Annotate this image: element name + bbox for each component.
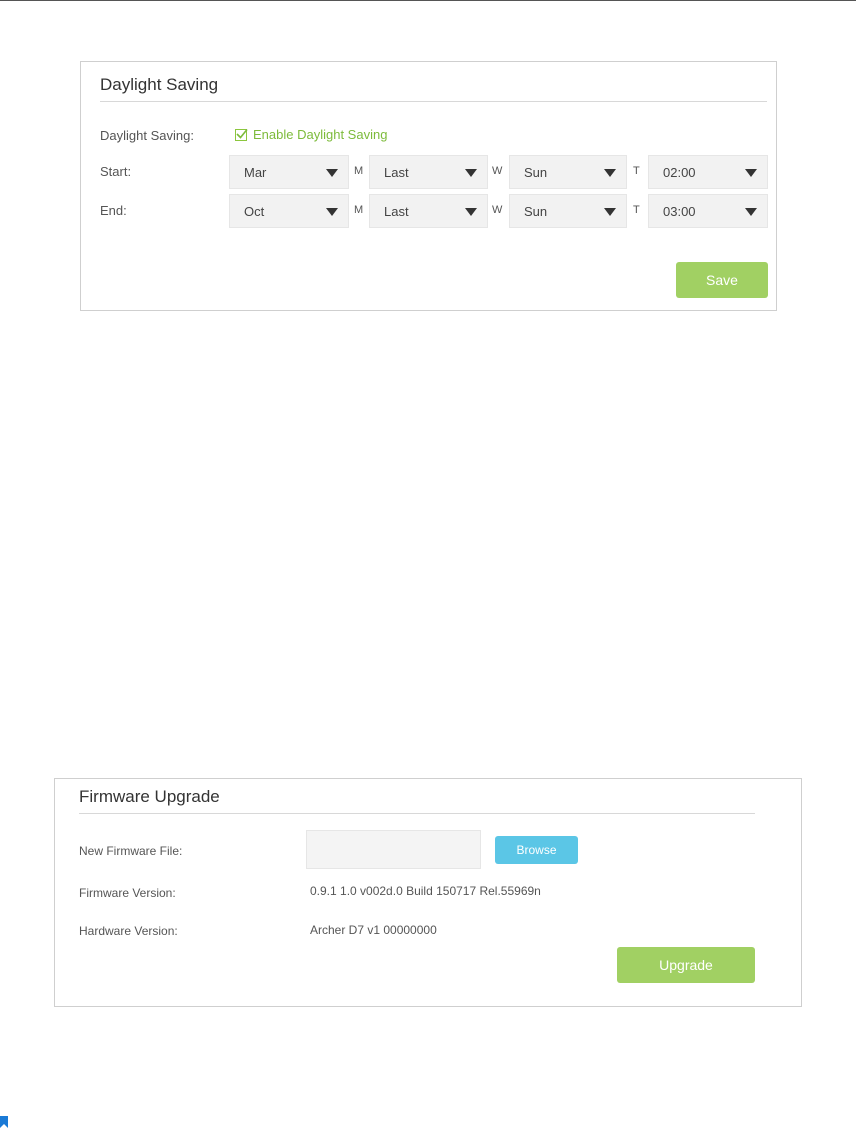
panel-title: Firmware Upgrade [79,787,220,806]
time-separator: T [633,165,640,177]
start-day-select[interactable]: Sun [509,155,627,189]
end-time-select[interactable]: 03:00 [648,194,768,228]
firmware-version-label: Firmware Version: [79,886,176,900]
divider [100,101,767,102]
select-value: 02:00 [663,165,696,180]
chevron-down-icon [604,208,616,216]
end-label: End: [100,203,127,218]
chevron-down-icon [745,208,757,216]
select-value: Sun [524,204,548,219]
chevron-down-icon [465,169,477,177]
check-icon [236,128,248,139]
daylight-saving-panel: Daylight Saving Daylight Saving: Enable … [80,61,777,311]
hardware-version-value: Archer D7 v1 00000000 [310,923,437,937]
chevron-down-icon [604,169,616,177]
time-separator: T [633,204,640,216]
daylight-saving-label: Daylight Saving: [100,128,194,143]
select-value: 03:00 [663,204,696,219]
select-value: Sun [524,165,548,180]
checkbox-box[interactable] [235,128,248,141]
divider [79,813,755,814]
hardware-version-label: Hardware Version: [79,924,178,938]
start-label: Start: [100,164,132,179]
select-value: Mar [244,165,267,180]
select-value: Last [384,165,409,180]
month-separator: M [354,165,364,177]
save-button[interactable]: Save [676,262,768,298]
firmware-file-input[interactable] [306,830,481,869]
select-value: Oct [244,204,265,219]
chevron-down-icon [745,169,757,177]
end-day-select[interactable]: Sun [509,194,627,228]
browse-button[interactable]: Browse [495,836,578,864]
enable-daylight-saving-checkbox[interactable]: Enable Daylight Saving [235,127,387,142]
end-month-select[interactable]: Oct [229,194,349,228]
checkbox-label: Enable Daylight Saving [253,127,388,142]
week-separator: W [492,165,503,177]
firmware-version-value: 0.9.1 1.0 v002d.0 Build 150717 Rel.55969… [310,884,541,898]
month-separator: M [354,204,364,216]
start-month-select[interactable]: Mar [229,155,349,189]
chevron-down-icon [326,208,338,216]
end-week-select[interactable]: Last [369,194,488,228]
chevron-down-icon [465,208,477,216]
start-week-select[interactable]: Last [369,155,488,189]
bookmark-icon [0,1116,8,1128]
start-time-select[interactable]: 02:00 [648,155,768,189]
chevron-down-icon [326,169,338,177]
upgrade-button[interactable]: Upgrade [617,947,755,983]
panel-title: Daylight Saving [100,75,219,94]
top-rule [0,0,856,1]
new-firmware-file-label: New Firmware File: [79,844,183,858]
select-value: Last [384,204,409,219]
firmware-upgrade-panel: Firmware Upgrade New Firmware File: Brow… [54,778,802,1007]
week-separator: W [492,204,503,216]
